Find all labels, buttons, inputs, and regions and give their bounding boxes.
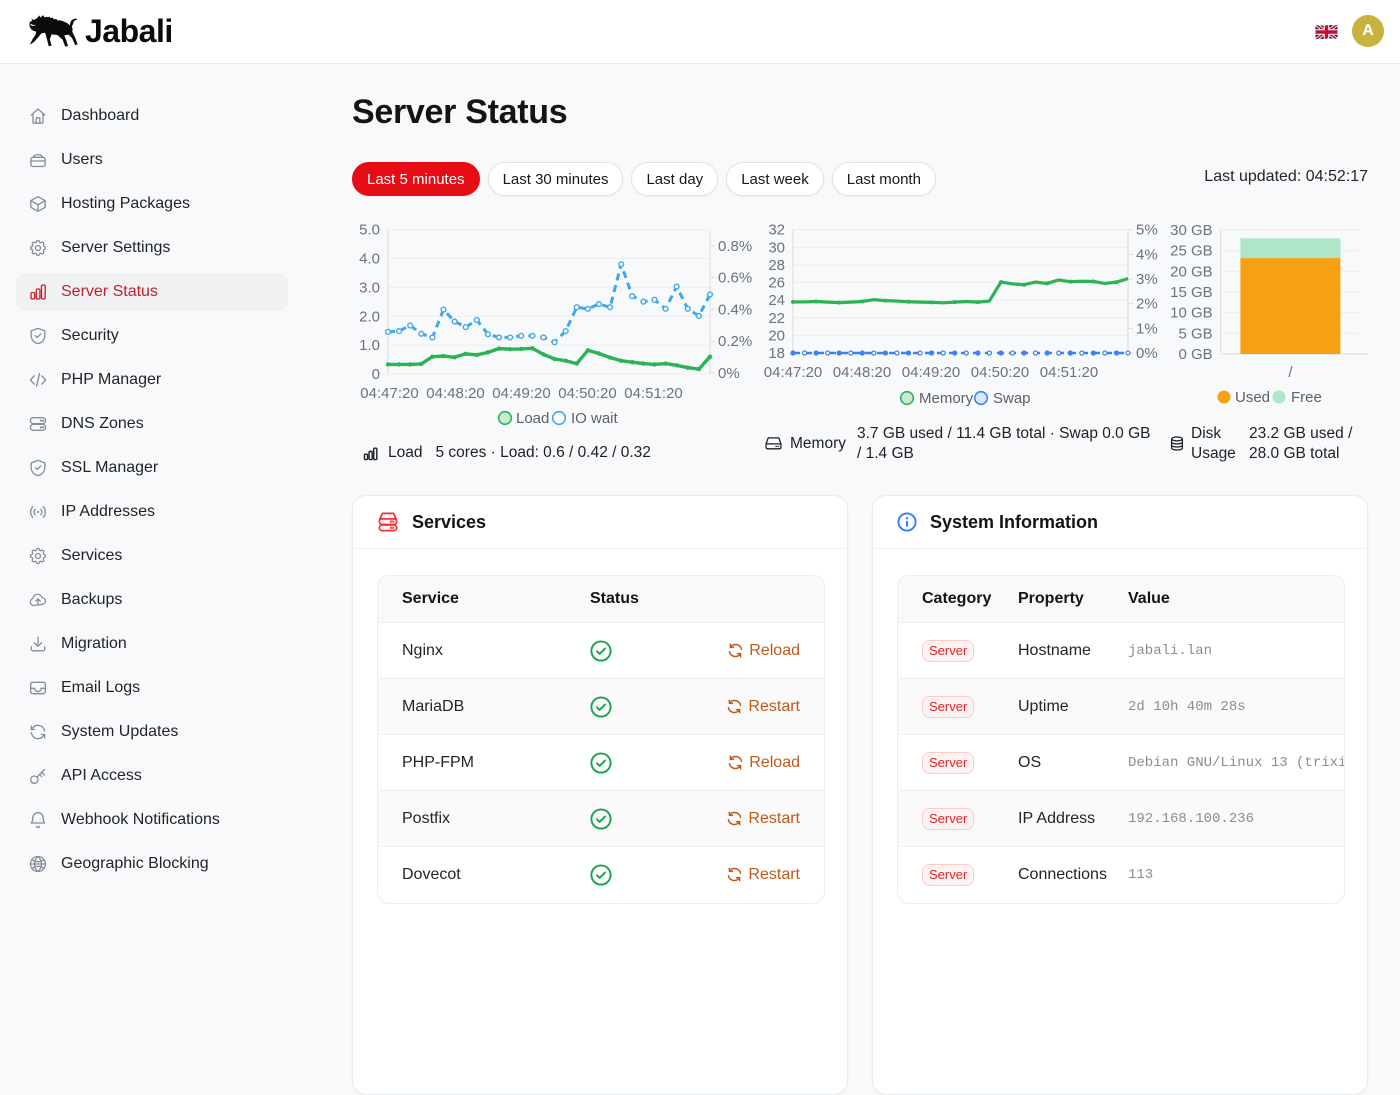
svg-text:0.6%: 0.6% bbox=[718, 270, 752, 287]
svg-text:0.2%: 0.2% bbox=[718, 333, 752, 350]
svg-text:15 GB: 15 GB bbox=[1170, 284, 1213, 301]
svg-text:Load: Load bbox=[516, 410, 549, 427]
svg-text:Memory: Memory bbox=[919, 390, 974, 407]
svg-text:4.0: 4.0 bbox=[359, 251, 380, 268]
svg-text:0: 0 bbox=[372, 366, 380, 383]
svg-text:2.0: 2.0 bbox=[359, 308, 380, 325]
svg-text:1.0: 1.0 bbox=[359, 337, 380, 354]
svg-text:26: 26 bbox=[768, 275, 785, 292]
svg-text:IO wait: IO wait bbox=[571, 410, 619, 427]
svg-text:18: 18 bbox=[768, 345, 785, 362]
svg-text:3.0: 3.0 bbox=[359, 279, 380, 296]
svg-text:30 GB: 30 GB bbox=[1170, 222, 1213, 239]
svg-text:2%: 2% bbox=[1136, 296, 1158, 313]
svg-text:/: / bbox=[1288, 364, 1293, 381]
svg-text:Free: Free bbox=[1291, 389, 1322, 406]
svg-text:04:48:20: 04:48:20 bbox=[833, 364, 891, 381]
svg-text:5.0: 5.0 bbox=[359, 222, 380, 239]
svg-text:30: 30 bbox=[768, 239, 785, 256]
svg-text:0%: 0% bbox=[718, 365, 740, 382]
svg-text:24: 24 bbox=[768, 292, 785, 309]
svg-text:20: 20 bbox=[768, 327, 785, 344]
svg-text:04:48:20: 04:48:20 bbox=[426, 385, 484, 402]
svg-text:28: 28 bbox=[768, 257, 785, 274]
svg-text:32: 32 bbox=[768, 222, 785, 239]
svg-text:10 GB: 10 GB bbox=[1170, 305, 1213, 322]
svg-text:5%: 5% bbox=[1136, 222, 1158, 239]
svg-text:04:51:20: 04:51:20 bbox=[624, 385, 682, 402]
svg-text:25 GB: 25 GB bbox=[1170, 243, 1213, 260]
svg-text:1%: 1% bbox=[1136, 320, 1158, 337]
svg-text:04:49:20: 04:49:20 bbox=[492, 385, 550, 402]
svg-text:04:47:20: 04:47:20 bbox=[764, 364, 822, 381]
svg-text:04:51:20: 04:51:20 bbox=[1040, 364, 1098, 381]
svg-text:0%: 0% bbox=[1136, 345, 1158, 362]
svg-text:3%: 3% bbox=[1136, 271, 1158, 288]
svg-text:20 GB: 20 GB bbox=[1170, 263, 1213, 280]
svg-text:5 GB: 5 GB bbox=[1179, 325, 1213, 342]
svg-text:0.4%: 0.4% bbox=[718, 301, 752, 318]
svg-text:4%: 4% bbox=[1136, 246, 1158, 263]
svg-text:0 GB: 0 GB bbox=[1179, 346, 1213, 363]
svg-text:04:49:20: 04:49:20 bbox=[902, 364, 960, 381]
svg-text:22: 22 bbox=[768, 310, 785, 327]
svg-text:04:50:20: 04:50:20 bbox=[558, 385, 616, 402]
svg-text:Swap: Swap bbox=[993, 390, 1031, 407]
svg-text:04:47:20: 04:47:20 bbox=[360, 385, 418, 402]
svg-text:Used: Used bbox=[1235, 389, 1270, 406]
svg-text:0.8%: 0.8% bbox=[718, 238, 752, 255]
svg-text:04:50:20: 04:50:20 bbox=[971, 364, 1029, 381]
